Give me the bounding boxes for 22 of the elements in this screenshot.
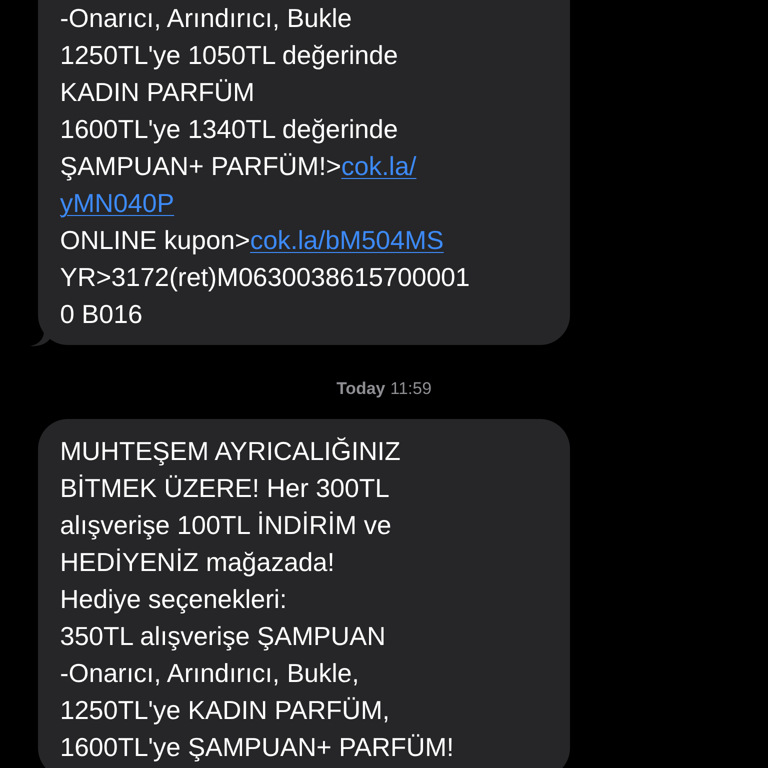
timestamp-day: Today [336,379,386,399]
timestamp-time: 11:59 [390,379,432,399]
message-text: MUHTEŞEM AYRICALIĞINIZ [60,436,400,466]
message-text: 1600TL'ye ŞAMPUAN+ PARFÜM! [60,732,454,762]
message-text: alışverişe 100TL İNDİRİM ve [60,510,392,540]
message-link[interactable]: yMN040P [60,188,174,218]
message-text: 350TL alışverişe ŞAMPUAN [60,621,386,651]
message-text: 1250TL'ye KADIN PARFÜM, [60,695,390,725]
message-text: HEDİYENİZ mağazada! [60,547,335,577]
message-text: ŞAMPUAN+ PARFÜM!> [60,151,342,181]
message-text: 1250TL'ye 1050TL değerinde [60,40,398,70]
message-text: -Onarıcı, Arındırıcı, Bukle, [60,658,360,688]
message-text: -Onarıcı, Arındırıcı, Bukle [60,3,352,33]
message-text: KADIN PARFÜM [60,77,255,107]
message-text: Hediye seçenekleri: [60,584,287,614]
message-text: BİTMEK ÜZERE! Her 300TL [60,473,390,503]
message-text: ONLINE kupon> [60,225,250,255]
message-text: 1600TL'ye 1340TL değerinde [60,114,398,144]
message-link[interactable]: cok.la/ [341,151,416,181]
message-text: YR>3172(ret)M0630038615700001 [60,262,470,292]
message-text: 0 B016 [60,299,142,329]
message-link[interactable]: cok.la/bM504MS [250,225,444,255]
